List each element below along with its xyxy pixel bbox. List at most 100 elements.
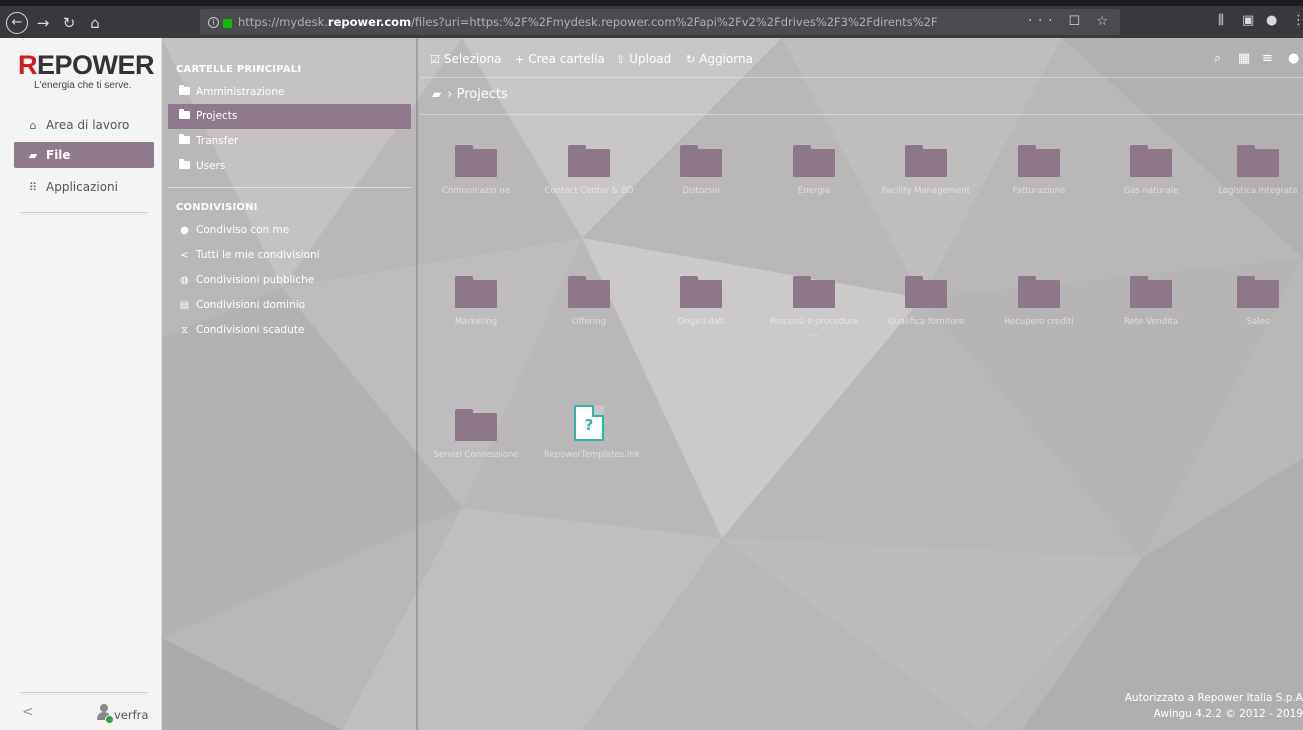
folder-users[interactable]: Users: [168, 154, 411, 179]
folder-tile-label: Energia: [797, 186, 831, 196]
user-avatar-icon: [96, 704, 114, 724]
nav-applicazioni[interactable]: ⠿ Applicazioni: [14, 174, 154, 200]
folder-projects[interactable]: Projects: [168, 104, 411, 129]
folder-icon: [1018, 145, 1060, 177]
back-button-icon[interactable]: ←: [6, 12, 28, 34]
lock-icon: [223, 19, 232, 28]
folder-icon: [905, 145, 947, 177]
sidebar-divider: [20, 692, 148, 695]
folder-tile[interactable]: Distorsio: [656, 145, 746, 197]
folder-tile-label: Contact Center & BO: [544, 186, 634, 196]
building-icon: ▤: [179, 300, 190, 311]
folder-icon: [455, 409, 497, 441]
folder-tile[interactable]: Processi e procedure ...: [769, 276, 859, 340]
library-icon[interactable]: ⫼: [1218, 13, 1224, 28]
folder-tile[interactable]: Facility Management: [881, 145, 971, 197]
reload-icon[interactable]: ↻: [58, 12, 80, 34]
folder-open-icon[interactable]: ▰: [432, 87, 441, 101]
folder-tile[interactable]: Origini dati: [656, 276, 746, 328]
folder-icon: [178, 129, 191, 154]
search-icon[interactable]: ⌕: [1214, 51, 1221, 66]
grid-view-icon[interactable]: ▦: [1238, 51, 1250, 66]
folder-tile[interactable]: Servizi Connessione: [431, 409, 521, 461]
folder-tile[interactable]: Marketing: [431, 276, 521, 328]
share-tutte-le-mie[interactable]: < Tutti le mie condivisioni: [168, 243, 411, 268]
share-dominio[interactable]: ▤ Condivisioni dominio: [168, 293, 411, 318]
folder-icon: [568, 145, 610, 177]
folder-icon: [455, 145, 497, 177]
folder-icon: [1237, 276, 1279, 308]
globe-icon: ◍: [180, 275, 189, 286]
info-icon[interactable]: i: [208, 17, 219, 28]
info-icon[interactable]: ●: [1288, 51, 1299, 66]
url-prefix: https://mydesk.: [238, 15, 328, 29]
share-condiviso-con-me[interactable]: ● Condiviso con me: [168, 218, 411, 243]
menu-icon[interactable]: ⋮: [1292, 13, 1303, 28]
url-host: repower.com: [327, 15, 412, 29]
folder-tile[interactable]: Gas naturale: [1106, 145, 1196, 197]
folder-icon: [178, 104, 191, 129]
nav-area-di-lavoro[interactable]: ⌂ Area di lavoro: [14, 112, 154, 138]
folder-icon: [680, 276, 722, 308]
folder-icon: [793, 145, 835, 177]
new-folder-button[interactable]: + Crea cartella: [515, 52, 605, 66]
sidebar-toggle-icon[interactable]: ▣: [1242, 13, 1254, 28]
panel-divider: [168, 187, 411, 188]
forward-button-icon[interactable]: →: [32, 12, 54, 34]
unknown-file-icon: ?: [574, 405, 604, 441]
folder-tile-label: Rete Vendita: [1123, 317, 1179, 327]
folder-tile[interactable]: Energia: [769, 145, 859, 197]
folder-tile-label: Servizi Connessione: [433, 450, 519, 460]
refresh-icon: ↻: [686, 53, 696, 66]
user-menu[interactable]: verfra: [96, 704, 149, 724]
folder-tile[interactable]: Fatturazione: [994, 145, 1084, 197]
folder-icon: [178, 80, 191, 105]
share-icon: <: [180, 250, 189, 261]
folder-icon: [1237, 145, 1279, 177]
repower-logo[interactable]: REPOWER: [18, 50, 155, 81]
footer-version: Awingu 4.2.2 © 2012 - 2019: [1153, 708, 1303, 720]
folder-tile[interactable]: Sales: [1213, 276, 1303, 328]
folder-icon: [178, 154, 191, 179]
share-scadute[interactable]: ⧖ Condivisioni scadute: [168, 318, 411, 343]
folder-tile[interactable]: Comunicazio ne: [431, 145, 521, 197]
folder-tile[interactable]: Recupero crediti: [994, 276, 1084, 328]
shares-header: CONDIVISIONI: [176, 202, 258, 213]
file-tile[interactable]: ? RepowerTemplates.lnk: [544, 405, 640, 461]
collapse-sidebar-button[interactable]: <: [22, 704, 34, 720]
folder-tile-label: Offering: [571, 317, 607, 327]
hourglass-icon: ⧖: [180, 325, 189, 336]
page-actions[interactable]: ··· ☐ ☆: [1028, 9, 1114, 35]
home-icon[interactable]: ⌂: [84, 12, 106, 34]
file-tile-label: RepowerTemplates.lnk: [544, 450, 640, 460]
address-bar[interactable]: i https://mydesk.repower.com/files?uri=ht…: [200, 9, 1120, 35]
folder-tile-label: Logistica integrata: [1218, 186, 1298, 196]
sidebar-divider: [20, 212, 148, 215]
browser-toolbar: ← → ↻ ⌂ i https://mydesk.repower.com/file…: [0, 0, 1303, 38]
share-pubbliche[interactable]: ◍ Condivisioni pubbliche: [168, 268, 411, 293]
nav-file[interactable]: ▰ File: [14, 142, 154, 168]
upload-icon: ⇪: [616, 53, 626, 66]
folder-tile-label: Fatturazione: [1012, 186, 1066, 196]
folder-amministrazione[interactable]: Amministrazione: [168, 80, 411, 105]
folder-tile[interactable]: Rete Vendita: [1106, 276, 1196, 328]
breadcrumb-divider: [420, 114, 1303, 115]
select-button[interactable]: ☑ Seleziona: [430, 52, 502, 66]
folder-tile[interactable]: Logistica integrata: [1213, 145, 1303, 197]
folder-tile-label: Marketing: [454, 317, 498, 327]
upload-button[interactable]: ⇪ Upload: [616, 52, 671, 66]
checkbox-icon: ☑: [430, 53, 440, 66]
folder-tile-label: Distorsio: [682, 186, 720, 196]
breadcrumb: ▰ › Projects: [432, 87, 508, 102]
refresh-button[interactable]: ↻ Aggiorna: [686, 52, 753, 66]
username: verfra: [114, 708, 149, 722]
breadcrumb-current[interactable]: Projects: [457, 87, 508, 102]
folder-transfer[interactable]: Transfer: [168, 129, 411, 154]
folder-tile-label: Gas naturale: [1123, 186, 1179, 196]
list-view-icon[interactable]: ≡: [1262, 51, 1273, 66]
folder-tile[interactable]: Contact Center & BO: [544, 145, 634, 197]
folder-icon: [455, 276, 497, 308]
folder-tile[interactable]: Qualifica fornitore: [881, 276, 971, 328]
extension-icon[interactable]: ●: [1266, 13, 1277, 28]
folder-tile[interactable]: Offering: [544, 276, 634, 328]
